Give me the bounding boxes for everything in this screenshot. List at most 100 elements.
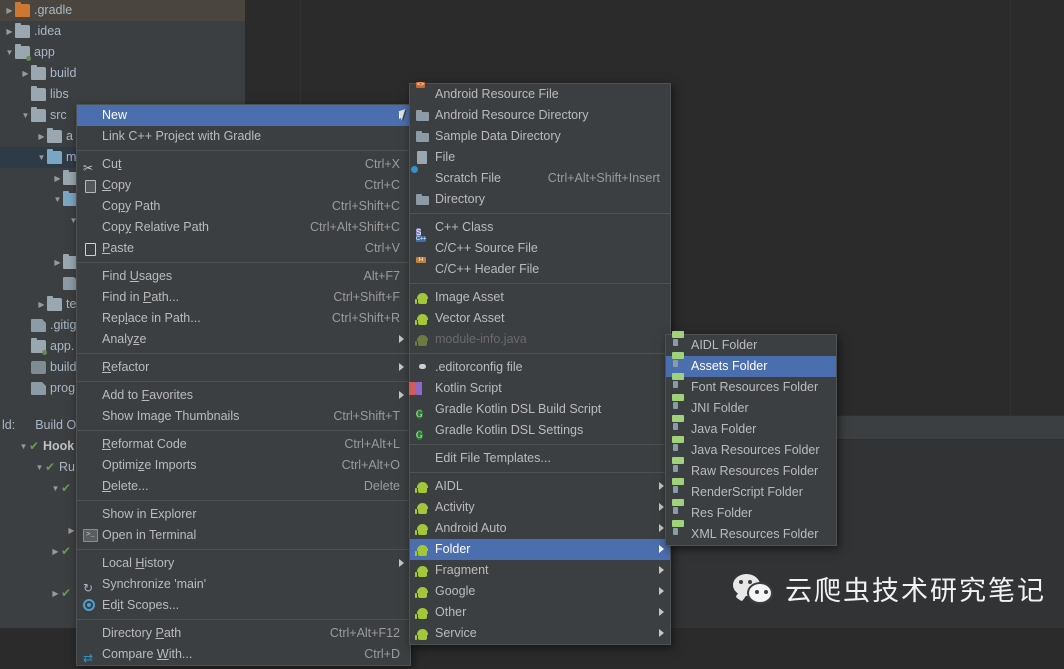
folder-submenu[interactable]: AIDL Folder Assets Folder Font Resources F… xyxy=(665,331,837,546)
context-menu-item[interactable]: Copy Ctrl+C xyxy=(77,175,410,196)
folder-submenu-item[interactable]: Java Resources Folder xyxy=(666,436,836,461)
chevron-right-icon[interactable]: ▶ xyxy=(52,168,63,189)
context-menu-item[interactable]: Link C++ Project with Gradle xyxy=(77,126,410,147)
chevron-right-icon[interactable]: ▶ xyxy=(20,63,31,84)
new-submenu-item[interactable]: Android Auto xyxy=(410,518,670,539)
context-menu-item[interactable]: Reformat Code Ctrl+Alt+L xyxy=(77,434,410,455)
context-menu-item[interactable]: ↻ Synchronize 'main' xyxy=(77,574,410,595)
chevron-right-icon xyxy=(399,391,404,399)
new-submenu-item[interactable]: File xyxy=(410,147,670,168)
context-menu-item[interactable]: New xyxy=(77,105,410,126)
context-menu-item[interactable]: ⇄ Compare With... Ctrl+D xyxy=(77,644,410,665)
new-submenu-item[interactable]: Edit File Templates... xyxy=(410,448,670,469)
menu-item-label: Android Resource Directory xyxy=(435,108,589,122)
menu-item-shortcut: Ctrl+Alt+Shift+C xyxy=(310,220,400,234)
new-submenu-item[interactable]: Vector Asset xyxy=(410,308,670,329)
folder-submenu-item[interactable]: Font Resources Folder xyxy=(666,373,836,398)
chevron-down-icon[interactable]: ▼ xyxy=(4,42,15,63)
folder-submenu-item[interactable]: Raw Resources Folder xyxy=(666,457,836,482)
chevron-down-icon[interactable]: ▼ xyxy=(20,105,31,126)
chevron-right-icon[interactable]: ▶ xyxy=(50,583,61,604)
context-menu-item[interactable]: Optimize Imports Ctrl+Alt+O xyxy=(77,455,410,476)
xml-resource-icon: <> xyxy=(416,82,425,88)
new-submenu-item[interactable]: Other xyxy=(410,602,670,623)
new-submenu-item[interactable]: H C/C++ Header File xyxy=(410,257,670,280)
new-submenu-item[interactable]: Sample Data Directory xyxy=(410,126,670,147)
menu-item-label: Gradle Kotlin DSL Settings xyxy=(435,423,584,437)
new-submenu-item[interactable]: Kotlin Script xyxy=(409,378,670,399)
context-menu-item[interactable]: Find in Path... Ctrl+Shift+F xyxy=(77,287,410,308)
menu-separator xyxy=(77,619,410,620)
tree-node[interactable]: ▼ app xyxy=(0,42,245,63)
tree-node-label: m xyxy=(66,150,77,165)
context-menu-item[interactable]: Copy Path Ctrl+Shift+C xyxy=(77,196,410,217)
new-submenu-item[interactable]: C++ C/C++ Source File xyxy=(410,236,670,259)
new-submenu-item[interactable]: Scratch File Ctrl+Alt+Shift+Insert xyxy=(410,166,670,189)
context-menu-item[interactable]: Local History xyxy=(77,553,410,574)
new-submenu-item[interactable]: Directory xyxy=(410,189,670,210)
folder-submenu-item[interactable]: JNI Folder xyxy=(666,394,836,419)
context-menu-item[interactable]: ✂ Cut Ctrl+X xyxy=(77,154,410,175)
folder-src-icon xyxy=(672,415,686,437)
chevron-down-icon[interactable]: ▼ xyxy=(50,478,61,499)
chevron-right-icon[interactable]: ▶ xyxy=(52,252,63,273)
new-submenu-item[interactable]: Android Resource Directory xyxy=(410,105,670,126)
folder-submenu-item[interactable]: Assets Folder xyxy=(666,352,836,377)
folder-icon xyxy=(15,23,30,39)
chevron-right-icon[interactable]: ▶ xyxy=(36,126,47,147)
gradle-icon: G xyxy=(416,409,423,419)
chevron-down-icon[interactable]: ▼ xyxy=(18,436,29,457)
new-submenu-item[interactable]: .editorconfig file xyxy=(410,357,670,378)
new-submenu-item[interactable]: Google xyxy=(410,581,670,602)
new-submenu-item[interactable]: AIDL xyxy=(410,476,670,497)
new-submenu-item[interactable]: <> Android Resource File xyxy=(410,82,670,105)
new-submenu-item[interactable]: Fragment xyxy=(410,560,670,581)
tree-node[interactable]: libs xyxy=(0,84,245,105)
menu-item-label: Cut xyxy=(102,157,122,171)
context-menu-item[interactable]: Copy Relative Path Ctrl+Alt+Shift+C xyxy=(77,217,410,238)
chevron-right-icon[interactable]: ▶ xyxy=(50,541,61,562)
new-submenu-item[interactable]: S C++ Class xyxy=(410,217,670,238)
tree-node[interactable]: ▶ build xyxy=(0,63,245,84)
menu-item-label: Android Resource File xyxy=(435,87,559,101)
new-submenu-item[interactable]: Folder xyxy=(410,539,670,560)
new-submenu-item[interactable]: G Gradle Kotlin DSL Settings xyxy=(410,420,670,441)
menu-separator xyxy=(77,549,410,550)
tree-node[interactable]: ▶ .gradle xyxy=(0,0,245,21)
context-menu-item[interactable]: Edit Scopes... xyxy=(77,595,410,616)
folder-icon xyxy=(416,130,430,144)
context-menu-item[interactable]: Paste Ctrl+V xyxy=(77,238,410,259)
chevron-right-icon[interactable]: ▶ xyxy=(4,21,15,42)
folder-submenu-item[interactable]: Res Folder xyxy=(666,499,836,524)
context-menu-item[interactable]: >_ Open in Terminal xyxy=(77,525,410,546)
chevron-down-icon[interactable]: ▼ xyxy=(52,189,63,210)
folder-submenu-item[interactable]: Java Folder xyxy=(666,415,836,440)
context-menu-item[interactable]: Directory Path Ctrl+Alt+F12 xyxy=(77,623,410,644)
context-menu-item[interactable]: Refactor xyxy=(77,357,410,378)
folder-submenu-item[interactable]: RenderScript Folder xyxy=(666,478,836,503)
chevron-right-icon xyxy=(659,524,664,532)
chevron-down-icon[interactable]: ▼ xyxy=(34,457,45,478)
context-menu-item[interactable]: Show Image Thumbnails Ctrl+Shift+T xyxy=(77,406,410,427)
chevron-down-icon[interactable]: ▼ xyxy=(36,147,47,168)
new-submenu-item[interactable]: Service xyxy=(410,623,670,644)
menu-item-label: Open in Terminal xyxy=(102,528,197,542)
context-menu-item[interactable]: Analyze xyxy=(77,329,410,350)
context-menu-item[interactable]: Replace in Path... Ctrl+Shift+R xyxy=(77,308,410,329)
chevron-right-icon[interactable]: ▶ xyxy=(4,0,15,21)
tree-node-label: .gitig xyxy=(50,318,77,333)
folder-submenu-item[interactable]: AIDL Folder xyxy=(666,331,836,356)
new-submenu-item[interactable]: G Gradle Kotlin DSL Build Script xyxy=(410,399,670,420)
context-menu-item[interactable]: Delete... Delete xyxy=(77,476,410,497)
context-menu-item[interactable]: Show in Explorer xyxy=(77,504,410,525)
folder-submenu-item[interactable]: XML Resources Folder xyxy=(666,520,836,545)
android-icon xyxy=(415,585,430,599)
new-submenu-item[interactable]: Activity xyxy=(410,497,670,518)
context-menu-item[interactable]: Add to Favorites xyxy=(77,385,410,406)
new-submenu[interactable]: <> Android Resource File Android Resource … xyxy=(409,82,671,645)
chevron-right-icon[interactable]: ▶ xyxy=(36,294,47,315)
tree-node[interactable]: ▶ .idea xyxy=(0,21,245,42)
new-submenu-item[interactable]: Image Asset xyxy=(410,287,670,308)
context-menu-item[interactable]: Find Usages Alt+F7 xyxy=(77,266,410,287)
context-menu[interactable]: New Link C++ Project with Gradle ✂ Cut Ctrl+… xyxy=(76,104,411,666)
